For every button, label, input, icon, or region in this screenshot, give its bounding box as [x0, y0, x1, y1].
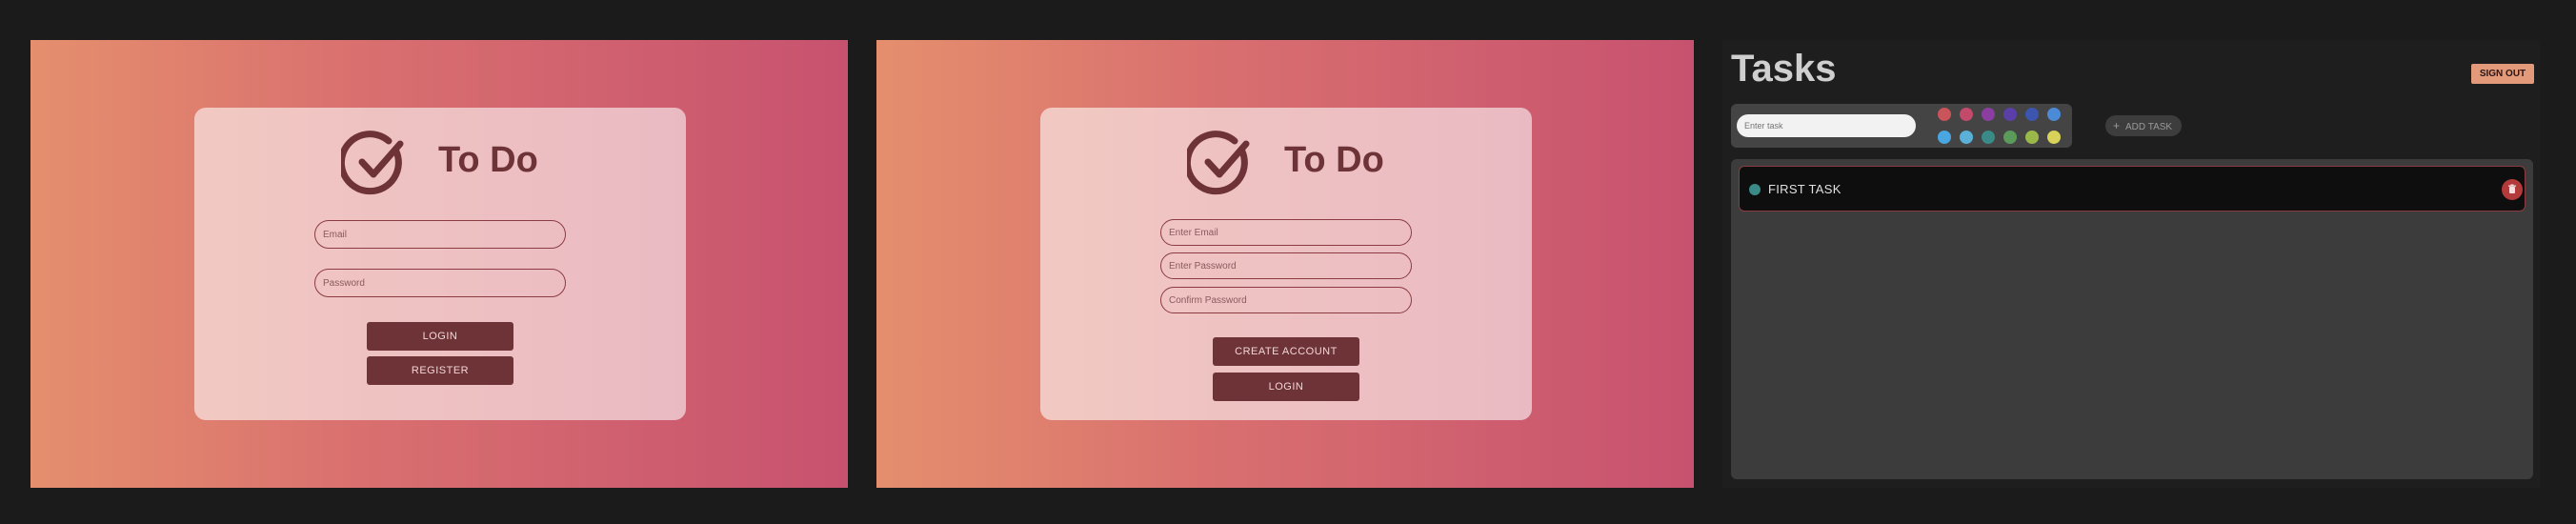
check-circle-icon [1187, 131, 1250, 195]
check-circle-icon [341, 131, 404, 195]
add-task-label: ADD TASK [2125, 122, 2173, 132]
add-task-button[interactable]: + ADD TASK [2105, 115, 2182, 136]
task-label: FIRST TASK [1768, 182, 1841, 196]
password-field[interactable] [314, 269, 566, 297]
color-swatch[interactable] [1982, 108, 1995, 121]
color-swatch[interactable] [2047, 131, 2061, 144]
password-field[interactable] [1160, 252, 1412, 279]
page-title: Tasks [1731, 48, 1837, 90]
email-field[interactable] [314, 220, 566, 249]
brand: To Do [194, 131, 686, 199]
color-swatch[interactable] [1960, 108, 1973, 121]
color-swatch[interactable] [2025, 108, 2039, 121]
task-input[interactable] [1737, 114, 1916, 137]
plus-icon: + [2113, 119, 2121, 132]
delete-task-button[interactable] [2502, 179, 2523, 200]
trash-icon [2508, 184, 2516, 193]
task-toolbar [1731, 104, 2072, 148]
login-button[interactable]: LOGIN [367, 322, 513, 351]
register-button[interactable]: REGISTER [367, 356, 513, 385]
task-list: FIRST TASK [1731, 159, 2533, 479]
color-swatch[interactable] [2003, 108, 2017, 121]
task-color-dot [1749, 184, 1761, 195]
color-swatch[interactable] [1938, 131, 1951, 144]
color-swatch[interactable] [1982, 131, 1995, 144]
color-swatch[interactable] [1938, 108, 1951, 121]
color-swatch[interactable] [2025, 131, 2039, 144]
task-item[interactable]: FIRST TASK [1739, 166, 2526, 212]
app-title: To Do [1284, 140, 1384, 180]
login-card: To Do LOGIN REGISTER [194, 108, 686, 420]
color-swatch[interactable] [1960, 131, 1973, 144]
register-card: To Do CREATE ACCOUNT LOGIN [1040, 108, 1532, 420]
color-swatch[interactable] [2003, 131, 2017, 144]
confirm-password-field[interactable] [1160, 287, 1412, 313]
app-title: To Do [438, 140, 538, 180]
login-screen: To Do LOGIN REGISTER [30, 40, 848, 488]
register-screen: To Do CREATE ACCOUNT LOGIN [876, 40, 1694, 488]
tasks-screen: Tasks SIGN OUT + ADD TASK FIRST TASK [1722, 40, 2540, 488]
sign-out-button[interactable]: SIGN OUT [2471, 64, 2534, 84]
color-swatch[interactable] [2047, 108, 2061, 121]
brand: To Do [1040, 131, 1532, 199]
create-account-button[interactable]: CREATE ACCOUNT [1213, 337, 1359, 366]
login-button[interactable]: LOGIN [1213, 373, 1359, 401]
email-field[interactable] [1160, 219, 1412, 246]
